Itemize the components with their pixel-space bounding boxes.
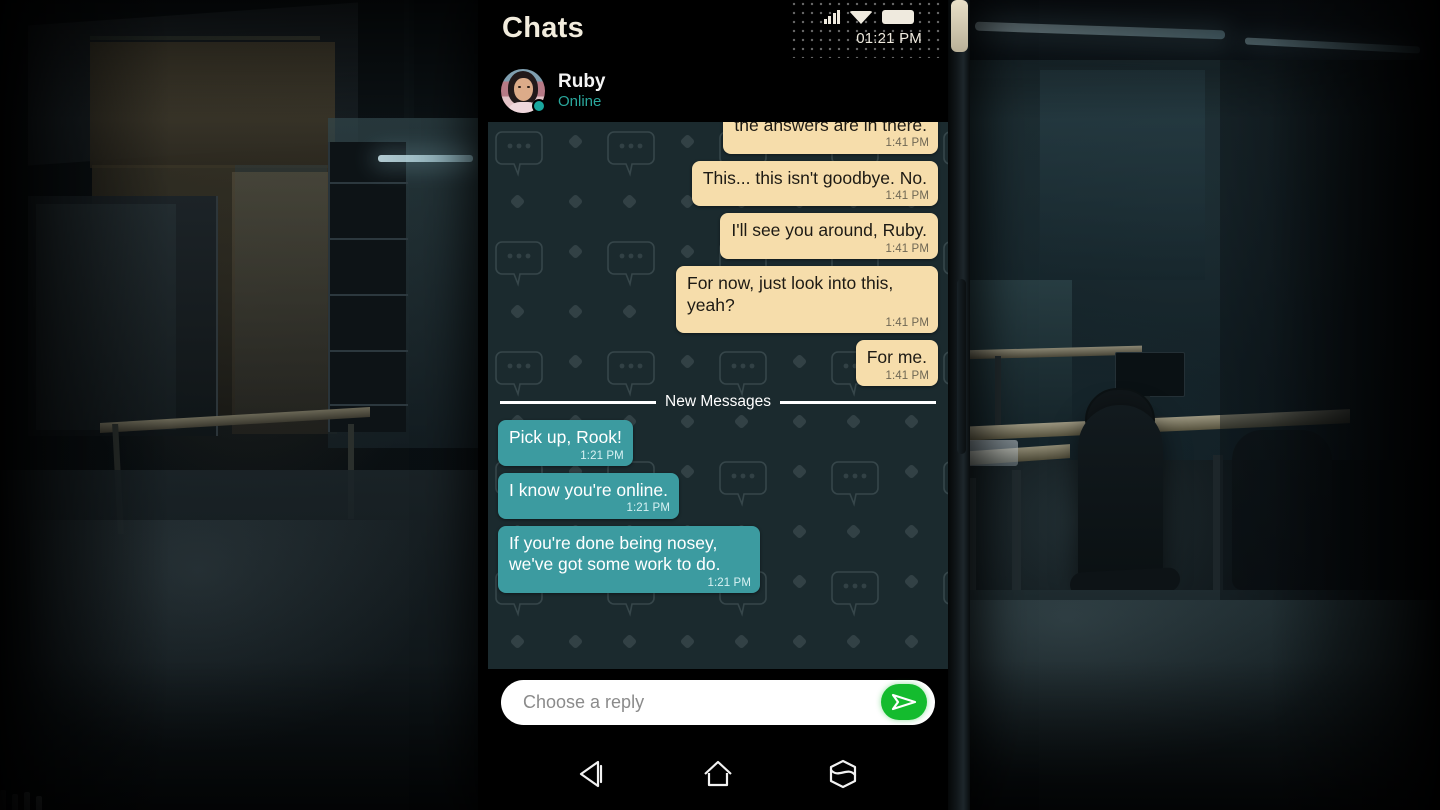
bg-floor-reflection-right <box>962 600 1382 800</box>
message-text: the answers are in there. <box>734 122 927 135</box>
bg-door-glass <box>36 204 176 430</box>
chat-thread[interactable]: the answers are in there. 1:41 PM This... … <box>488 122 948 669</box>
message-timestamp: 1:41 PM <box>885 317 929 330</box>
bg-desk-leg <box>995 356 1001 426</box>
bg-office-chair <box>1078 405 1163 590</box>
message-bubble: For me. 1:41 PM <box>855 340 938 387</box>
message-timestamp: 1:21 PM <box>580 449 624 462</box>
game-screen: 01:21 PM Chats Ruby Online the answers a… <box>0 0 1440 810</box>
reply-bar: Choose a reply <box>488 669 948 735</box>
new-messages-divider: New Messages <box>500 393 936 411</box>
message-timestamp: 1:41 PM <box>885 190 929 203</box>
nav-home-button[interactable] <box>695 751 741 797</box>
message-text: I'll see you around, Ruby. <box>731 220 927 241</box>
nav-back-button[interactable] <box>570 751 616 797</box>
message-row: This... this isn't goodbye. No. 1:41 PM <box>498 160 938 207</box>
message-row: Pick up, Rook! 1:21 PM <box>498 420 938 466</box>
bg-floor-reflection <box>30 520 450 770</box>
message-timestamp: 1:41 PM <box>885 242 929 255</box>
bg-light-tube <box>378 155 473 162</box>
contact-meta: Ruby Online <box>558 71 606 110</box>
bg-dark-corner <box>1220 60 1440 600</box>
divider-line-right <box>779 400 936 404</box>
message-bubble: If you're done being nosey, we've got so… <box>498 525 760 593</box>
message-bubble: This... this isn't goodbye. No. 1:41 PM <box>691 160 938 207</box>
message-bubble: I know you're online. 1:21 PM <box>498 472 679 519</box>
online-status-dot <box>532 99 546 113</box>
avatar[interactable] <box>501 69 546 113</box>
message-row: I know you're online. 1:21 PM <box>498 472 938 519</box>
battery-icon <box>882 10 914 24</box>
phone-volume-button[interactable] <box>957 279 966 454</box>
divider-label: New Messages <box>665 393 771 411</box>
message-text: If you're done being nosey, we've got so… <box>509 532 721 575</box>
contact-status: Online <box>558 92 602 110</box>
phone-power-button[interactable] <box>951 0 968 52</box>
message-row: For now, just look into this, yeah? 1:41 … <box>498 266 938 334</box>
bg-desk-leg <box>1012 470 1021 600</box>
bg-column <box>404 0 414 118</box>
message-list: the answers are in there. 1:41 PM This... … <box>488 122 948 600</box>
message-text: Pick up, Rook! <box>509 427 622 448</box>
message-text: This... this isn't goodbye. No. <box>702 167 927 188</box>
wifi-icon <box>849 11 873 24</box>
message-bubble: I'll see you around, Ruby. 1:41 PM <box>720 213 938 260</box>
reply-placeholder: Choose a reply <box>523 691 645 712</box>
phone-device: 01:21 PM Chats Ruby Online the answers a… <box>478 0 970 810</box>
contact-header[interactable]: Ruby Online <box>488 60 948 122</box>
bg-wall-warm <box>90 42 335 168</box>
back-triangle-icon <box>579 760 602 788</box>
message-row: I'll see you around, Ruby. 1:41 PM <box>498 213 938 260</box>
contact-name: Ruby <box>558 71 606 93</box>
status-bar-time: 01:21 PM <box>856 30 922 47</box>
signal-icon <box>823 10 840 24</box>
message-text: For now, just look into this, yeah? <box>687 273 894 315</box>
nav-recents-button[interactable] <box>820 751 866 797</box>
send-button[interactable] <box>881 684 927 720</box>
home-icon <box>704 760 732 787</box>
reply-input-field[interactable]: Choose a reply <box>501 679 935 725</box>
android-nav-bar <box>488 735 948 810</box>
message-bubble: the answers are in there. 1:41 PM <box>723 122 938 154</box>
message-timestamp: 1:21 PM <box>707 576 751 589</box>
page-title: Chats <box>502 12 585 44</box>
bg-glass-partition <box>1040 70 1205 280</box>
phone-screen: 01:21 PM Chats Ruby Online the answers a… <box>488 0 948 810</box>
bg-ceiling-rail <box>90 36 320 40</box>
divider-line-left <box>500 400 657 404</box>
bg-panel <box>232 172 337 434</box>
bg-bottles <box>0 0 50 810</box>
status-icons <box>823 10 914 24</box>
message-text: For me. <box>866 347 927 368</box>
message-timestamp: 1:41 PM <box>885 369 929 382</box>
message-text: I know you're online. <box>509 479 668 500</box>
message-row: For me. 1:41 PM <box>498 340 938 387</box>
send-icon <box>891 693 917 711</box>
message-bubble: For now, just look into this, yeah? 1:41 … <box>676 266 938 334</box>
message-row: the answers are in there. 1:41 PM <box>498 122 938 154</box>
bg-bookshelf <box>328 142 408 432</box>
message-row: If you're done being nosey, we've got so… <box>498 525 938 593</box>
recents-hexagon-icon <box>830 759 857 789</box>
message-timestamp: 1:21 PM <box>626 502 670 515</box>
message-timestamp: 1:41 PM <box>885 137 929 150</box>
status-bar: 01:21 PM <box>790 0 942 58</box>
message-bubble: Pick up, Rook! 1:21 PM <box>498 420 633 466</box>
